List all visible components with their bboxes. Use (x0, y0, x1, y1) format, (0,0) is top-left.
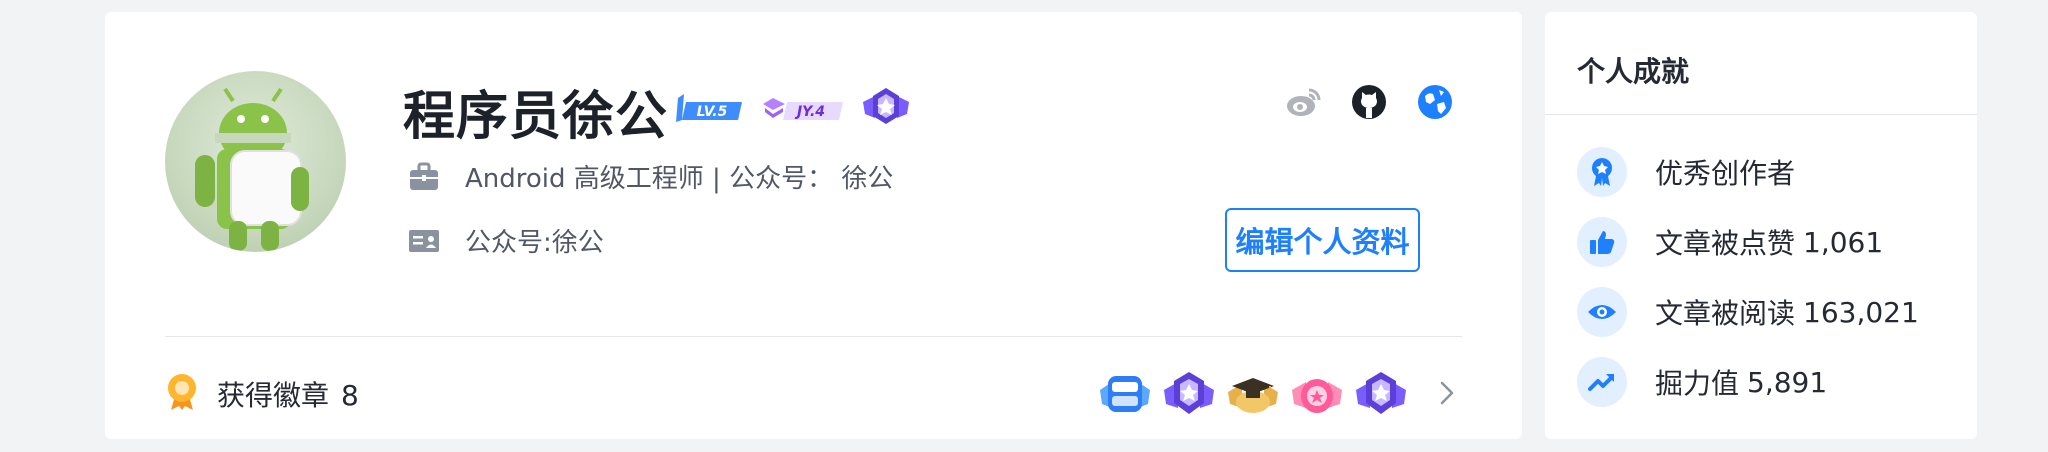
briefcase-icon (407, 160, 441, 194)
github-icon[interactable] (1351, 84, 1387, 120)
medal-3-icon[interactable] (1224, 368, 1282, 420)
achievements-card: 个人成就 优秀创作者 文章被点赞 1,061 文章被阅读 163,021 掘力值… (1545, 12, 1977, 439)
medals-label-text: 获得徽章 (217, 379, 330, 412)
medals-count: 8 (341, 379, 359, 412)
globe-icon[interactable] (1417, 84, 1453, 120)
bio-row: 公众号:徐公 (407, 222, 604, 259)
username: 程序员徐公 (403, 87, 669, 147)
medal-4-icon[interactable] (1288, 368, 1346, 420)
level-badge-text: LV.5 (697, 104, 728, 120)
jy-badge[interactable]: JY.4 (761, 90, 845, 126)
achievement-label: 文章被点赞 (1655, 227, 1796, 260)
edit-profile-button[interactable]: 编辑个人资料 (1225, 208, 1420, 272)
weibo-icon[interactable] (1285, 84, 1321, 120)
medal-5-icon[interactable] (1352, 368, 1410, 420)
divider (165, 336, 1462, 337)
profile-card: 程序员徐公 LV.5 JY.4 Android 高级工程师 | 公众号： 徐公 … (105, 12, 1522, 439)
achievement-label: 优秀创作者 (1655, 157, 1796, 190)
id-card-icon (407, 224, 441, 258)
creator-medal-icon[interactable] (861, 84, 911, 130)
achievement-value: 163,021 (1803, 295, 1919, 329)
achievement-value: 1,061 (1803, 225, 1884, 259)
trend-up-icon (1577, 357, 1627, 407)
medal-1-icon[interactable] (1096, 368, 1154, 420)
achievements-title: 个人成就 (1577, 55, 1690, 88)
achievement-item-likes: 文章被点赞 1,061 (1577, 217, 1883, 267)
achievement-item-creator: 优秀创作者 (1577, 147, 1803, 197)
medals-label: 获得徽章 8 (217, 374, 359, 414)
thumbs-up-icon (1577, 217, 1627, 267)
achievements-divider (1545, 114, 1977, 115)
level-badge[interactable]: LV.5 (672, 90, 745, 126)
achievement-label: 文章被阅读 (1655, 297, 1796, 330)
medal-icons (1096, 364, 1410, 424)
achievement-item-reads: 文章被阅读 163,021 (1577, 287, 1919, 337)
achievement-value: 5,891 (1747, 365, 1828, 399)
medals-row[interactable]: 获得徽章 8 (165, 364, 1462, 424)
job-title: Android 高级工程师 | 公众号： 徐公 (465, 164, 894, 194)
medal-icon (165, 372, 199, 416)
medal-2-icon[interactable] (1160, 368, 1218, 420)
achievement-item-power: 掘力值 5,891 (1577, 357, 1827, 407)
job-row: Android 高级工程师 | 公众号： 徐公 (407, 158, 893, 195)
avatar[interactable] (165, 71, 346, 252)
jy-badge-text: JY.4 (794, 104, 825, 120)
award-icon (1577, 147, 1627, 197)
chevron-right-icon[interactable] (1432, 378, 1462, 408)
bio-text: 公众号:徐公 (465, 228, 604, 258)
eye-icon (1577, 287, 1627, 337)
achievement-label: 掘力值 (1655, 367, 1740, 400)
